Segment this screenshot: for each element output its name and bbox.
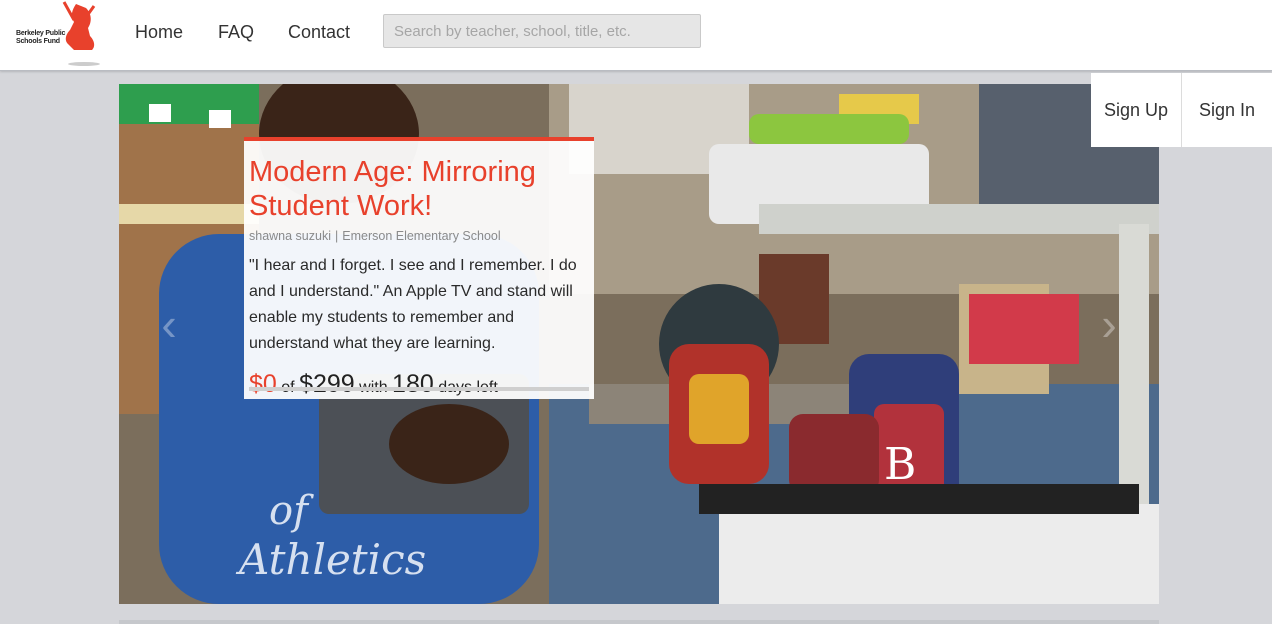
sign-in-button[interactable]: Sign In (1181, 73, 1272, 147)
next-section-edge (119, 620, 1159, 624)
svg-text:of: of (269, 488, 314, 534)
logo-text: Berkeley Public Schools Fund (16, 30, 65, 46)
nav-contact-link[interactable]: Contact (288, 22, 350, 43)
goal-amount: $299 (299, 370, 355, 398)
chevron-right-icon: › (1101, 298, 1117, 350)
funding-status: $0 of $299 with 180 days left (249, 370, 589, 399)
school-name: Emerson Elementary School (342, 229, 501, 243)
byline-separator: | (335, 229, 339, 243)
funding-progress-bar (249, 387, 589, 391)
svg-text:B: B (884, 439, 916, 490)
project-description: "I hear and I forget. I see and I rememb… (249, 257, 577, 352)
teacher-name: shawna suzuki (249, 229, 331, 243)
project-byline: shawna suzuki | Emerson Elementary School (249, 229, 589, 243)
berkeley-public-schools-fund-logo[interactable]: Berkeley Public Schools Fund (14, 0, 104, 66)
nav-home-link[interactable]: Home (135, 22, 183, 43)
amount-raised: $0 (249, 370, 277, 398)
chevron-left-icon: ‹ (161, 298, 177, 350)
top-navigation-bar: Berkeley Public Schools Fund Home FAQ Co… (0, 0, 1272, 71)
project-card[interactable]: Modern Age: Mirroring Student Work! shaw… (244, 137, 594, 399)
featured-project-carousel: B of Athletics ‹ › Modern Age: Mirroring… (119, 84, 1159, 604)
svg-text:Athletics: Athletics (235, 535, 426, 584)
auth-panel: Sign Up Sign In (1091, 73, 1272, 147)
carousel-prev-button[interactable]: ‹ (149, 294, 189, 354)
days-remaining: 180 (392, 370, 434, 398)
nav-faq-link[interactable]: FAQ (218, 22, 254, 43)
search-input[interactable] (383, 14, 701, 48)
project-title[interactable]: Modern Age: Mirroring Student Work! (249, 155, 589, 223)
sign-up-button[interactable]: Sign Up (1091, 73, 1181, 147)
logo-line-2: Schools Fund (16, 38, 60, 45)
carousel-next-button[interactable]: › (1089, 294, 1129, 354)
logo-line-1: Berkeley Public (16, 30, 66, 37)
